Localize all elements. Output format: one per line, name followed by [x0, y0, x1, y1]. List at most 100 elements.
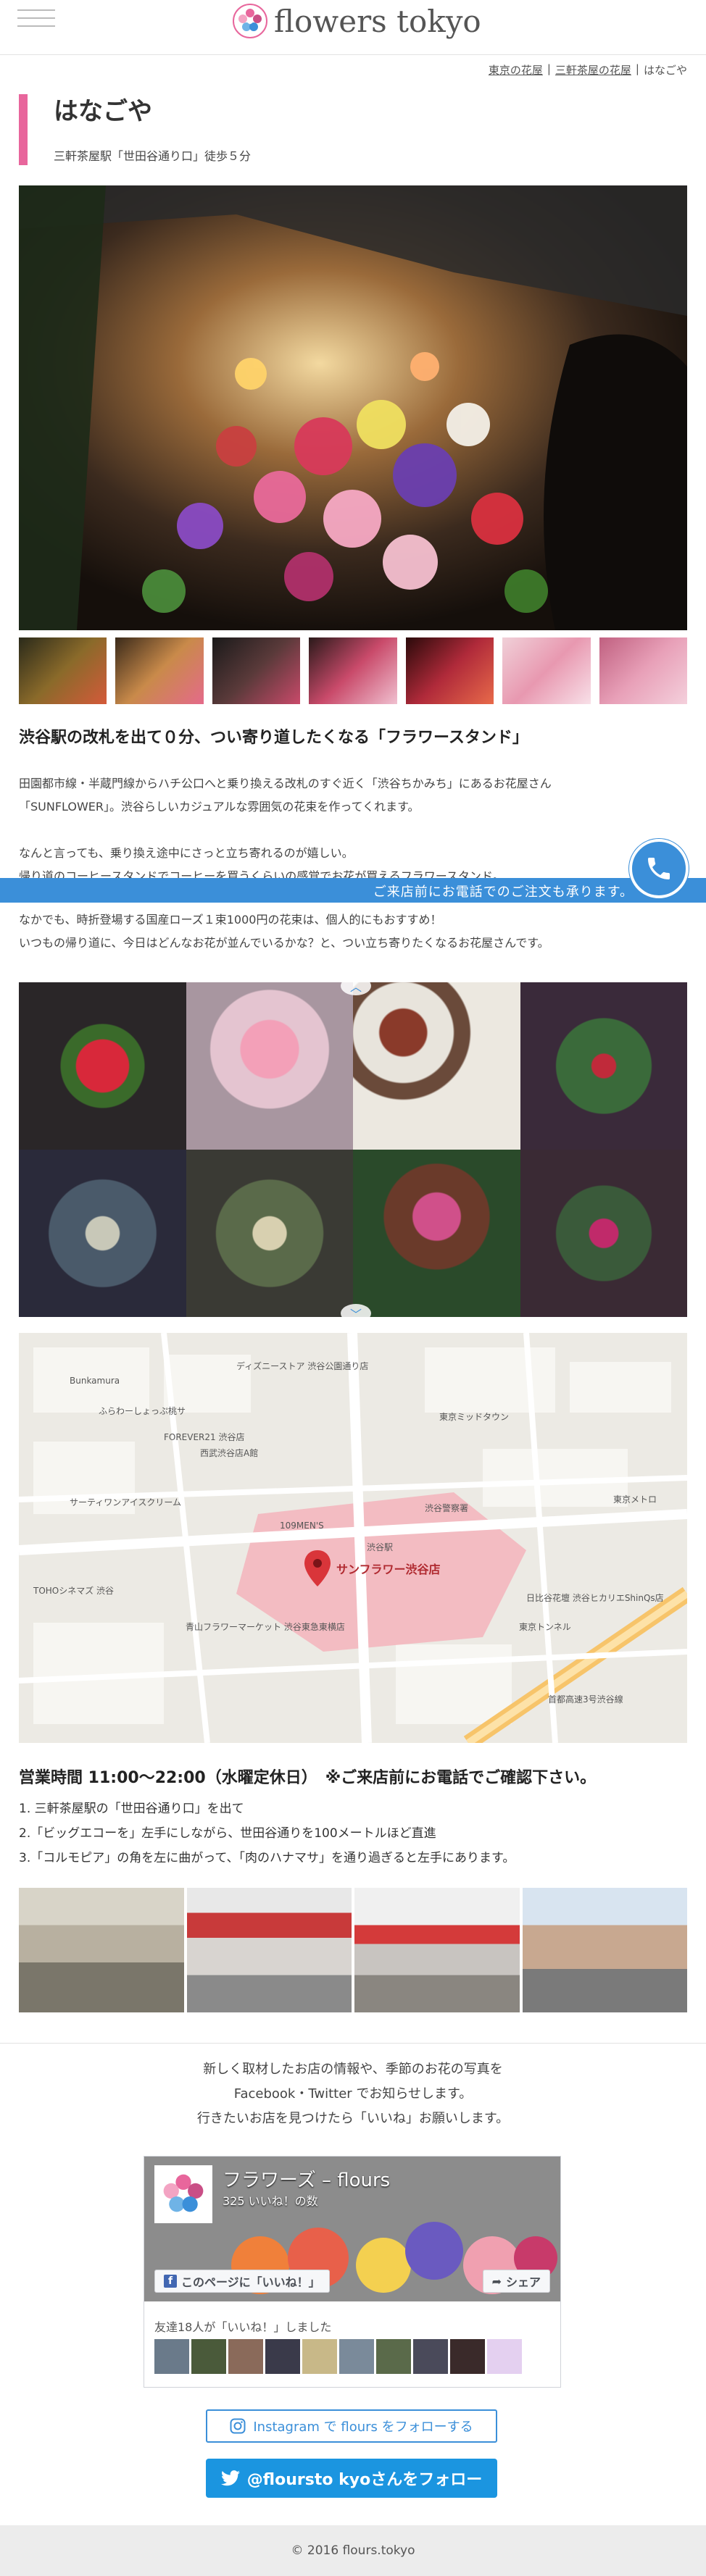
- facebook-like-label: このページに「いいね！」: [181, 2275, 320, 2289]
- page-title: はなごや: [54, 97, 152, 126]
- intro-line: 田園都市線・半蔵門線からハチ公口へと乗り換える改札のすぐ近く「渋谷ちかみち」にあ…: [19, 777, 552, 790]
- friend-avatar[interactable]: [191, 2339, 226, 2374]
- access-photo[interactable]: [186, 1888, 352, 2012]
- access-photos: [19, 1888, 687, 2012]
- map-label: ディズニーストア 渋谷公園通り店: [236, 1360, 368, 1371]
- hamburger-menu-icon[interactable]: [17, 3, 55, 32]
- map-label: 東京ミッドタウン: [439, 1412, 509, 1422]
- facebook-friends-text: 友達18人が「いいね！」しました: [154, 2320, 332, 2334]
- thumbnail[interactable]: [212, 637, 301, 704]
- shop-map[interactable]: サンフラワー渋谷店 ふらわーしょっぷ桃サ FOREVER21 渋谷店 西武渋谷店…: [19, 1333, 687, 1743]
- instagram-follow-button[interactable]: Instagram で flours をフォローする: [206, 2409, 497, 2443]
- map-label: 渋谷駅: [367, 1542, 393, 1552]
- map-label: 東京メトロ: [613, 1494, 657, 1505]
- phone-icon: [648, 858, 670, 879]
- site-footer: © 2016 flours.tokyo: [0, 2525, 706, 2576]
- photo-thumbnails: [19, 637, 687, 704]
- site-header: flowers tokyo: [0, 0, 706, 55]
- twitter-follow-label: @floursto kyoさんをフォロー: [246, 2471, 483, 2489]
- intro-paragraph: なかでも、時折登場する国産ローズ１束1000円の花束は、個人的にもおすすめ！ い…: [19, 908, 687, 955]
- gallery-photo[interactable]: [520, 1150, 687, 1317]
- friend-avatar[interactable]: [450, 2339, 485, 2374]
- thumbnail[interactable]: [309, 637, 397, 704]
- map-label: 東京トンネル: [519, 1622, 571, 1632]
- intro-line: なんと言っても、乗り換え途中にさっと立ち寄れるのが嬉しい。: [19, 846, 354, 860]
- gallery-photo[interactable]: [353, 1150, 520, 1317]
- breadcrumb-separator: |: [635, 62, 639, 75]
- facebook-icon: f: [164, 2275, 177, 2288]
- site-logo[interactable]: flowers tokyo: [232, 0, 481, 42]
- thumbnail[interactable]: [599, 637, 687, 704]
- phone-banner-text: ご来店前にお電話でのご注文も承ります。: [373, 885, 634, 900]
- gallery-photo[interactable]: [186, 982, 353, 1150]
- thumbnail[interactable]: [405, 637, 494, 704]
- breadcrumb: 東京の花屋 | 三軒茶屋の花屋 | はなごや: [489, 62, 687, 78]
- map-label: 日比谷花壇 渋谷ヒカリエShinQs店: [526, 1592, 664, 1603]
- intro-paragraph: 田園都市線・半蔵門線からハチ公口へと乗り換える改札のすぐ近く「渋谷ちかみち」にあ…: [19, 772, 687, 819]
- gallery-up-arrow-icon[interactable]: ︿: [341, 977, 371, 995]
- gallery-photo[interactable]: [19, 1150, 186, 1317]
- instagram-icon: [230, 2418, 246, 2434]
- share-icon: ➦: [491, 2274, 502, 2288]
- facebook-like-button[interactable]: f このページに「いいね！」: [154, 2270, 330, 2293]
- logo-text: flowers tokyo: [274, 3, 481, 39]
- gallery-photo[interactable]: [520, 982, 687, 1150]
- shop-access: 三軒茶屋駅「世田谷通り口」徒歩５分: [54, 149, 252, 163]
- intro-line: いつもの帰り道に、今日はどんなお花が並んでいるかな？と、つい立ち寄りたくなるお花…: [19, 936, 549, 950]
- map-label: Bunkamura: [70, 1376, 120, 1386]
- friend-avatar[interactable]: [413, 2339, 448, 2374]
- map-label: ふらわーしょっぷ桃サ: [99, 1405, 186, 1416]
- friend-avatar[interactable]: [154, 2339, 189, 2374]
- thumbnail[interactable]: [115, 637, 204, 704]
- gallery-photo[interactable]: [186, 1150, 353, 1317]
- facebook-page-widget: フラワーズ – flours 325 いいね！の数 f このページに「いいね！」…: [144, 2156, 561, 2388]
- direction-step: 3.「コルモピア」の角を左に曲がって、「肉のハナマサ」を通り過ぎると左手にありま…: [19, 1851, 515, 1865]
- intro-line: なかでも、時折登場する国産ローズ１束1000円の花束は、個人的にもおすすめ！: [19, 913, 442, 927]
- business-hours: 営業時間 11:00～22:00（水曜定休日） ※ご来店前にお電話でご確認下さい…: [19, 1769, 597, 1787]
- follow-line: 新しく取材したお店の情報や、季節のお花の写真を: [203, 2062, 503, 2077]
- friend-avatar[interactable]: [487, 2339, 522, 2374]
- facebook-cover-photo[interactable]: フラワーズ – flours 325 いいね！の数 f このページに「いいね！」…: [144, 2157, 560, 2301]
- friend-avatar[interactable]: [339, 2339, 374, 2374]
- breadcrumb-sangenjaya[interactable]: 三軒茶屋の花屋: [555, 62, 631, 78]
- gallery-down-arrow-icon[interactable]: ﹀: [341, 1304, 371, 1323]
- access-photo[interactable]: [354, 1888, 520, 2012]
- direction-step: 2.「ビッグエコーを」左手にしながら、世田谷通りを100メートルほど直進: [19, 1826, 436, 1841]
- map-label: TOHOシネマズ 渋谷: [33, 1585, 114, 1596]
- intro-line: 「SUNFLOWER」。渋谷らしいカジュアルな雰囲気の花束を作ってくれます。: [19, 800, 420, 814]
- thumbnail[interactable]: [19, 637, 107, 704]
- thumbnail[interactable]: [502, 637, 591, 704]
- access-photo[interactable]: [19, 1888, 184, 2012]
- access-photo[interactable]: [522, 1888, 687, 2012]
- direction-step: 1. 三軒茶屋駅の「世田谷通り口」を出て: [19, 1802, 244, 1816]
- hero-photo[interactable]: [19, 185, 687, 630]
- breadcrumb-separator: |: [547, 62, 551, 75]
- friend-avatar[interactable]: [302, 2339, 337, 2374]
- friend-avatar[interactable]: [228, 2339, 263, 2374]
- gallery-photo[interactable]: [353, 982, 520, 1150]
- twitter-follow-button[interactable]: @floursto kyoさんをフォロー: [206, 2459, 497, 2498]
- breadcrumb-tokyo[interactable]: 東京の花屋: [489, 62, 543, 78]
- facebook-page-avatar[interactable]: [154, 2165, 212, 2223]
- twitter-bird-icon: [220, 2470, 240, 2486]
- facebook-like-count: 325 いいね！の数: [223, 2194, 318, 2208]
- map-label: 青山フラワーマーケット 渋谷東急東横店: [186, 1621, 345, 1632]
- facebook-share-label: シェア: [505, 2275, 541, 2289]
- phone-call-button[interactable]: [629, 839, 689, 898]
- directions-list: 1. 三軒茶屋駅の「世田谷通り口」を出て 2.「ビッグエコーを」左手にしながら、…: [19, 1797, 515, 1870]
- gallery-photo[interactable]: [19, 982, 186, 1150]
- friend-avatar[interactable]: [265, 2339, 300, 2374]
- phone-order-banner[interactable]: ご来店前にお電話でのご注文も承ります。: [0, 878, 706, 903]
- facebook-share-button[interactable]: ➦ シェア: [482, 2270, 550, 2293]
- follow-line: Facebook・Twitter でお知らせします。: [233, 2086, 473, 2102]
- instagram-follow-label: Instagram で flours をフォローする: [253, 2420, 473, 2435]
- follow-message: 新しく取材したお店の情報や、季節のお花の写真を Facebook・Twitter…: [0, 2057, 706, 2131]
- map-label: 首都高速3号渋谷線: [548, 1694, 623, 1705]
- map-label: サーティワンアイスクリーム: [70, 1497, 181, 1507]
- follow-line: 行きたいお店を見つけたら「いいね」お願いします。: [196, 2111, 510, 2126]
- shop-title-block: はなごや 三軒茶屋駅「世田谷通り口」徒歩５分: [19, 94, 251, 165]
- friend-avatar[interactable]: [376, 2339, 411, 2374]
- photo-gallery: [19, 982, 687, 1317]
- facebook-page-name[interactable]: フラワーズ – flours: [223, 2165, 390, 2192]
- map-label: 渋谷警察署: [425, 1502, 468, 1513]
